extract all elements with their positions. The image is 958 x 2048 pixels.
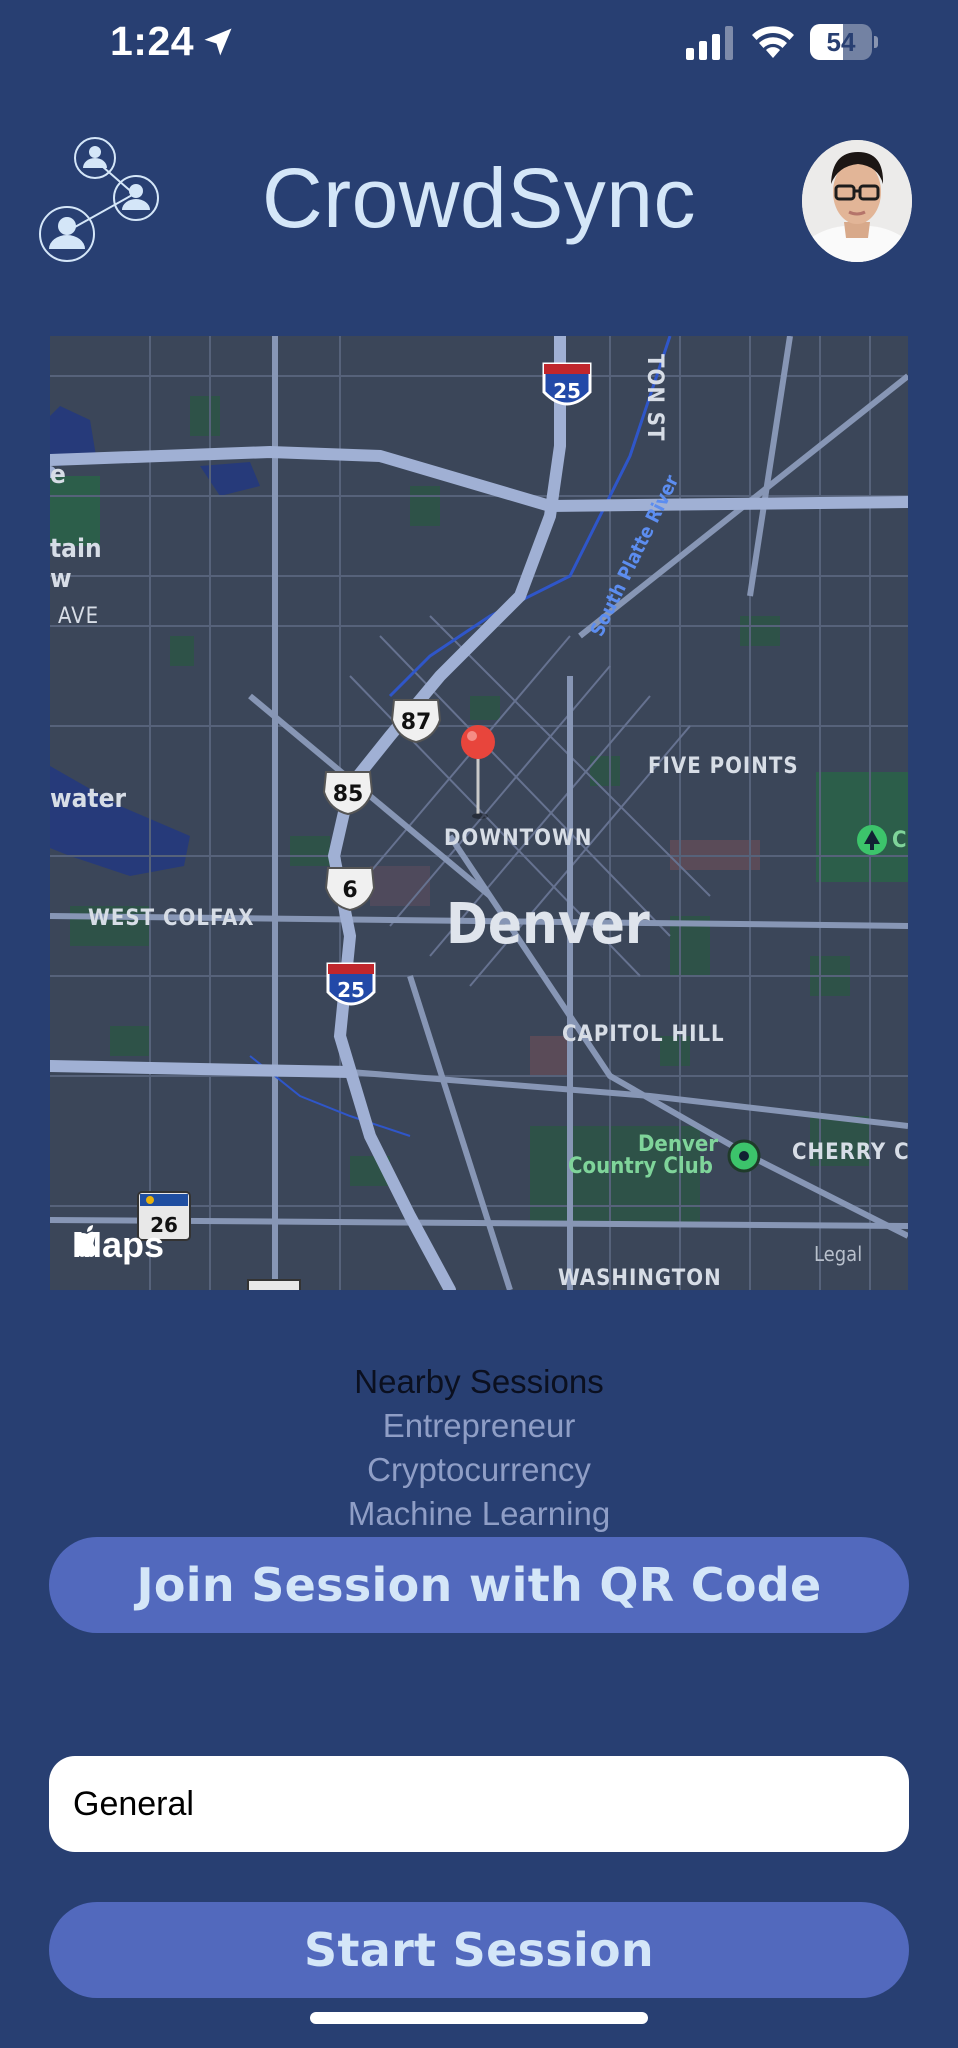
picker-item-cryptocurrency[interactable]: Cryptocurrency <box>200 1448 758 1492</box>
start-session-button[interactable]: Start Session <box>49 1902 909 1998</box>
wifi-icon <box>752 26 794 58</box>
shield-i25-north: 25 <box>553 379 581 403</box>
map-label-west-colfax: WEST COLFAX <box>88 906 255 931</box>
map-label-street: TON ST <box>642 354 667 442</box>
location-arrow-icon <box>204 28 232 56</box>
app-title: CrowdSync <box>262 151 696 245</box>
map-label-partial-w: w <box>50 564 72 594</box>
apple-maps-attribution[interactable]: Maps <box>72 1224 164 1266</box>
picker-item-entrepreneur[interactable]: Entrepreneur <box>200 1404 758 1448</box>
map-label-park-line2: Country Club <box>568 1154 713 1179</box>
map-label-ave: AVE <box>58 604 100 629</box>
profile-avatar[interactable] <box>802 140 912 262</box>
session-picker[interactable]: Nearby Sessions Entrepreneur Cryptocurre… <box>200 1360 758 1536</box>
shield-us87: 87 <box>401 710 432 735</box>
status-bar: 1:24 54 <box>0 0 958 90</box>
map-label-partial-e: e <box>50 460 66 490</box>
apple-logo-icon <box>74 1225 98 1257</box>
battery-level: 54 <box>826 27 856 57</box>
map-label-partial-tain: tain <box>50 534 102 564</box>
network-people-icon[interactable] <box>36 134 166 264</box>
home-indicator <box>310 2012 648 2024</box>
map-label-five-points: FIVE POINTS <box>648 754 799 779</box>
map-label-partial-water: water <box>50 784 126 814</box>
picker-item-machine-learning[interactable]: Machine Learning <box>200 1492 758 1536</box>
shield-i25-south: 25 <box>337 978 365 1002</box>
join-session-qr-button[interactable]: Join Session with QR Code <box>49 1537 909 1633</box>
map-label-cherry-creek: CHERRY CR <box>792 1140 908 1165</box>
map-label-washington: WASHINGTON <box>558 1266 722 1290</box>
map-legal-link[interactable]: Legal <box>814 1242 862 1266</box>
battery-icon: 54 <box>810 24 878 60</box>
map-label-downtown: DOWNTOWN <box>444 826 593 851</box>
map-label-capitol-hill: CAPITOL HILL <box>562 1022 725 1047</box>
map-pin-icon <box>461 725 495 759</box>
status-time: 1:24 <box>110 18 195 64</box>
map-label-partial-c: C <box>892 828 907 853</box>
picker-item-nearby-sessions[interactable]: Nearby Sessions <box>200 1360 758 1404</box>
shield-us6: 6 <box>342 878 357 903</box>
map-label-city: Denver <box>446 892 650 957</box>
shield-us85: 85 <box>333 782 364 807</box>
map-view[interactable]: 25 87 85 6 25 26 FIVE POINTS DOWNTOWN WE… <box>50 336 908 1290</box>
session-name-input[interactable] <box>49 1756 909 1852</box>
cellular-signal-icon <box>686 26 733 60</box>
